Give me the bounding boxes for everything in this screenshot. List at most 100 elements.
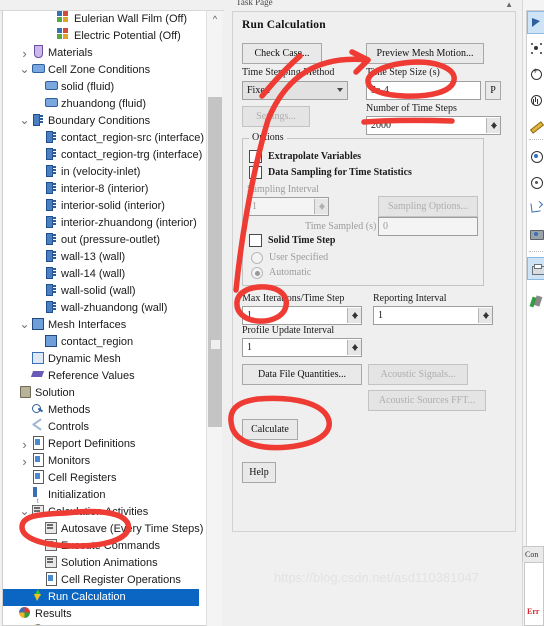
time-stepping-method-select[interactable]: Fixed: [242, 81, 348, 100]
toolbar-zoom-to-fit-button[interactable]: [527, 89, 544, 112]
acoustic-sources-fft-button: Acoustic Sources FFT...: [368, 390, 486, 411]
toolbar-rotation-center-button[interactable]: [527, 171, 544, 194]
tree-twisty-down-icon[interactable]: [18, 504, 31, 521]
toolbar-path-tool-button[interactable]: [527, 197, 544, 220]
solid-time-step-label: Solid Time Step: [268, 235, 336, 246]
tree-twisty-down-icon[interactable]: [18, 62, 31, 79]
boundary-icon: [44, 300, 58, 313]
number-of-time-steps-input[interactable]: 2000: [366, 116, 501, 135]
tree-item-in-velocity-inlet[interactable]: in (velocity-inlet): [3, 164, 199, 181]
tree-item-eulerian-wall-film-off[interactable]: Eulerian Wall Film (Off): [3, 11, 199, 28]
set-target-icon: [530, 150, 543, 163]
tree-item-execute-commands[interactable]: Execute Commands: [3, 538, 199, 555]
toolbar-camera-button[interactable]: [527, 223, 544, 246]
tree-item-label: wall-14 (wall): [61, 268, 126, 280]
tree-item-cell-register-operations[interactable]: Cell Register Operations: [3, 572, 199, 589]
tree-item-interior-solid-interior[interactable]: interior-solid (interior): [3, 198, 199, 215]
reporting-interval-input[interactable]: 1: [373, 306, 493, 325]
scrollbar-up-arrow[interactable]: ^: [207, 11, 223, 27]
tree-item-solution[interactable]: Solution: [3, 385, 199, 402]
reporting-interval-stepper[interactable]: [478, 308, 492, 323]
sampling-options-button: Sampling Options...: [378, 196, 478, 217]
tree-item-wall-zhuandong-wall[interactable]: wall-zhuandong (wall): [3, 300, 199, 317]
tree-twisty-down-icon[interactable]: [18, 113, 31, 130]
solid-time-step-checkbox[interactable]: [249, 234, 262, 247]
tree-item-zhuandong-fluid[interactable]: zhuandong (fluid): [3, 96, 199, 113]
preview-mesh-motion-button[interactable]: Preview Mesh Motion...: [366, 43, 484, 64]
toolbar-measure-ruler-button[interactable]: [527, 115, 544, 138]
toolbar-print-button[interactable]: [527, 257, 544, 280]
profile-update-interval-input[interactable]: 1: [242, 338, 362, 357]
tree-item-wall-solid-wall[interactable]: wall-solid (wall): [3, 283, 199, 300]
acoustic-signals-button: Acoustic Signals...: [368, 364, 468, 385]
toolbar-appearance-brush-button[interactable]: [527, 291, 544, 314]
tree-item-cell-registers[interactable]: Cell Registers: [3, 470, 199, 487]
tree-item-contact-region-trg-interface[interactable]: contact_region-trg (interface): [3, 147, 202, 164]
tree-item-label: Results: [35, 608, 72, 620]
console-tab-label[interactable]: Con: [522, 546, 544, 562]
tree-item-label: Eulerian Wall Film (Off): [74, 13, 188, 25]
tree-item-results[interactable]: Results: [3, 606, 199, 623]
tree-item-boundary-conditions[interactable]: Boundary Conditions: [3, 113, 199, 130]
calculation-activities-icon: [31, 504, 45, 517]
time-step-size-input[interactable]: 5e-4: [366, 81, 481, 100]
tree-item-initialization[interactable]: Initialization: [3, 487, 199, 511]
pin-icon[interactable]: ▲: [505, 0, 513, 9]
scrollbar-grip: [211, 340, 220, 349]
number-of-time-steps-stepper[interactable]: [486, 118, 500, 133]
outline-tree[interactable]: Eulerian Wall Film (Off) Electric Potenti…: [2, 11, 216, 626]
zoom-to-fit-icon: [530, 94, 542, 106]
tree-item-controls[interactable]: Controls: [3, 419, 199, 436]
toolbar-set-target-button[interactable]: [527, 145, 544, 168]
tree-item-autosave-every-time-steps[interactable]: Autosave (Every Time Steps): [3, 521, 203, 538]
tree-item-out-pressure-outlet[interactable]: out (pressure-outlet): [3, 232, 199, 249]
time-step-parameter-button[interactable]: P: [485, 81, 501, 100]
tree-item-run-calculation[interactable]: Run Calculation: [3, 589, 199, 606]
profile-update-interval-value: 1: [247, 342, 252, 353]
tree-item-label: Boundary Conditions: [48, 115, 151, 127]
profile-update-interval-stepper[interactable]: [347, 340, 361, 355]
extrapolate-variables-checkbox[interactable]: [249, 150, 262, 163]
tree-item-dynamic-mesh[interactable]: Dynamic Mesh: [3, 351, 199, 368]
tree-twisty-down-icon[interactable]: [18, 317, 31, 334]
tree-item-interior-8-interior[interactable]: interior-8 (interior): [3, 181, 199, 198]
tree-item-methods[interactable]: Methods: [3, 402, 199, 419]
tree-item-contact-region[interactable]: contact_region: [3, 334, 199, 351]
tree-item-materials[interactable]: Materials: [3, 45, 199, 62]
max-iterations-input[interactable]: 1: [242, 306, 362, 325]
tree-item-label: wall-zhuandong (wall): [61, 302, 168, 314]
max-iterations-stepper[interactable]: [347, 308, 361, 323]
tree-item-solution-animations[interactable]: Solution Animations: [3, 555, 199, 572]
tree-item-report-definitions[interactable]: Report Definitions: [3, 436, 199, 453]
tree-item-monitors[interactable]: Monitors: [3, 453, 199, 470]
outline-scrollbar[interactable]: ^: [206, 11, 223, 626]
time-stepping-method-value: Fixed: [247, 85, 270, 96]
tree-item-solid-fluid[interactable]: solid (fluid): [3, 79, 199, 96]
tree-item-wall-13-wall[interactable]: wall-13 (wall): [3, 249, 199, 266]
task-page-tab-label[interactable]: Task Page: [236, 0, 273, 7]
check-case-button[interactable]: Check Case...: [242, 43, 322, 64]
report-icon: [31, 436, 45, 450]
tree-item-label: Dynamic Mesh: [48, 353, 121, 365]
data-sampling-checkbox[interactable]: [249, 166, 262, 179]
tree-item-label: Cell Register Operations: [61, 574, 181, 586]
time-sampled-input: 0: [378, 217, 478, 236]
scrollbar-thumb[interactable]: [208, 97, 222, 427]
tree-item-interior-zhuandong-interior[interactable]: interior-zhuandong (interior): [3, 215, 199, 232]
tree-item-wall-14-wall[interactable]: wall-14 (wall): [3, 266, 199, 283]
sampling-interval-label: Sampling Interval: [247, 184, 319, 195]
toolbar-node-select-button[interactable]: [527, 37, 544, 60]
tree-item-cell-zone-conditions[interactable]: Cell Zone Conditions: [3, 62, 199, 79]
tree-item-mesh-interfaces[interactable]: Mesh Interfaces: [3, 317, 199, 334]
console-output[interactable]: [524, 562, 544, 626]
data-file-quantities-button[interactable]: Data File Quantities...: [242, 364, 362, 385]
toolbar-zoom-in-button[interactable]: [527, 63, 544, 86]
tree-item-electric-potential-off[interactable]: Electric Potential (Off): [3, 28, 199, 45]
tree-item-calculation-activities[interactable]: Calculation Activities: [3, 504, 199, 521]
toolbar-cursor-select-button[interactable]: [527, 11, 544, 34]
calculate-button[interactable]: Calculate: [242, 419, 298, 440]
help-button[interactable]: Help: [242, 462, 276, 483]
tree-item-reference-values[interactable]: Reference Values: [3, 368, 199, 385]
toolbar-separator: [529, 251, 543, 252]
tree-item-contact-region-src-interface[interactable]: contact_region-src (interface): [3, 130, 204, 147]
